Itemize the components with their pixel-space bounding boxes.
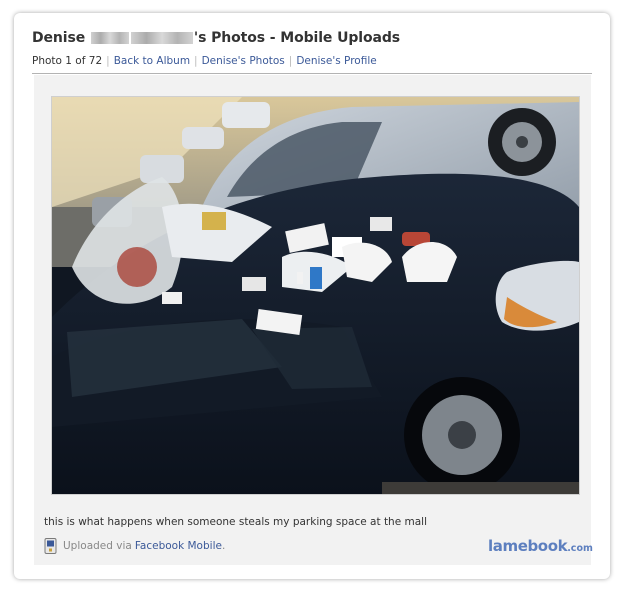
photo-subnav: Photo 1 of 72 | Back to Album | Denise's Pho… — [32, 55, 377, 67]
photo-image[interactable] — [52, 97, 579, 494]
page-title: Denise 's Photos - Mobile Uploads — [32, 30, 400, 46]
photo-illustration — [52, 97, 579, 494]
facebook-mobile-link[interactable]: Facebook Mobile — [135, 540, 222, 552]
lamebook-watermark: lamebook.com — [488, 537, 593, 555]
owner-first-name: Denise — [32, 30, 86, 46]
owner-photos-link[interactable]: Denise's Photos — [202, 55, 285, 67]
separator: | — [194, 55, 198, 67]
separator: | — [288, 55, 293, 67]
separator: | — [106, 55, 110, 67]
photo-counter: Photo 1 of 72 — [32, 55, 103, 67]
photo-viewer-card: Denise 's Photos - Mobile Uploads Photo … — [14, 13, 610, 579]
redacted-name-block — [130, 32, 193, 44]
upload-prefix: Uploaded via — [63, 540, 132, 552]
photo-panel: this is what happens when someone steals… — [34, 75, 591, 565]
back-to-album-link[interactable]: Back to Album — [114, 55, 190, 67]
mobile-phone-icon — [44, 538, 57, 554]
header-divider — [32, 73, 592, 74]
redacted-name-block — [90, 32, 129, 44]
title-suffix: 's Photos - Mobile Uploads — [193, 30, 400, 46]
owner-profile-link[interactable]: Denise's Profile — [296, 55, 376, 67]
upload-source: Uploaded via Facebook Mobile. — [44, 538, 225, 554]
watermark-domain: .com — [567, 543, 593, 554]
photo-caption: this is what happens when someone steals… — [44, 516, 428, 528]
upload-suffix: . — [221, 540, 226, 552]
watermark-brand: lamebook — [488, 537, 568, 555]
